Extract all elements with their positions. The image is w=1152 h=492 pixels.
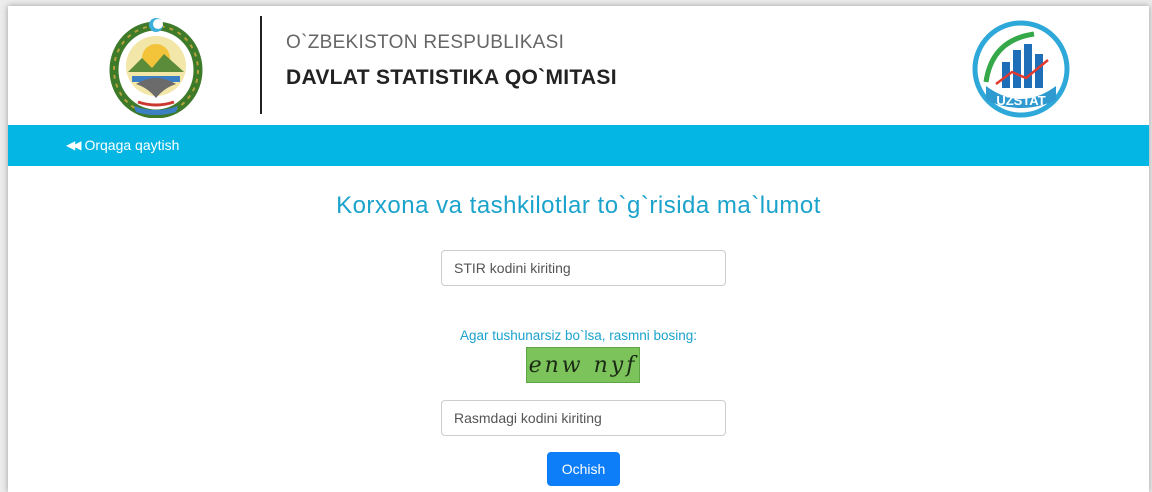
svg-text:UZSTAT: UZSTAT: [996, 93, 1045, 108]
backward-icon: ◀◀: [66, 138, 82, 152]
page-frame: O`ZBEKISTON RESPUBLIKASI DAVLAT STATISTI…: [8, 6, 1149, 492]
captcha-image[interactable]: enw nyf: [526, 347, 640, 383]
org-name-line1: O`ZBEKISTON RESPUBLIKASI: [286, 32, 565, 53]
open-button[interactable]: Ochish: [547, 452, 620, 486]
page-title: Korxona va tashkilotlar to`g`risida ma`l…: [336, 192, 821, 219]
captcha-code-input[interactable]: [441, 400, 726, 436]
back-link-label: Orqaga qaytish: [84, 137, 180, 153]
header: O`ZBEKISTON RESPUBLIKASI DAVLAT STATISTI…: [8, 6, 1149, 125]
header-divider: [260, 16, 262, 114]
state-emblem-icon: [109, 18, 203, 118]
stir-input[interactable]: [441, 250, 726, 286]
navbar: ◀◀ Orqaga qaytish: [8, 125, 1149, 166]
back-link[interactable]: ◀◀ Orqaga qaytish: [66, 137, 179, 153]
uzstat-logo-icon: UZSTAT: [972, 20, 1070, 118]
org-name-line2: DAVLAT STATISTIKA QO`MITASI: [286, 66, 617, 89]
captcha-hint: Agar tushunarsiz bo`lsa, rasmni bosing:: [459, 328, 698, 343]
